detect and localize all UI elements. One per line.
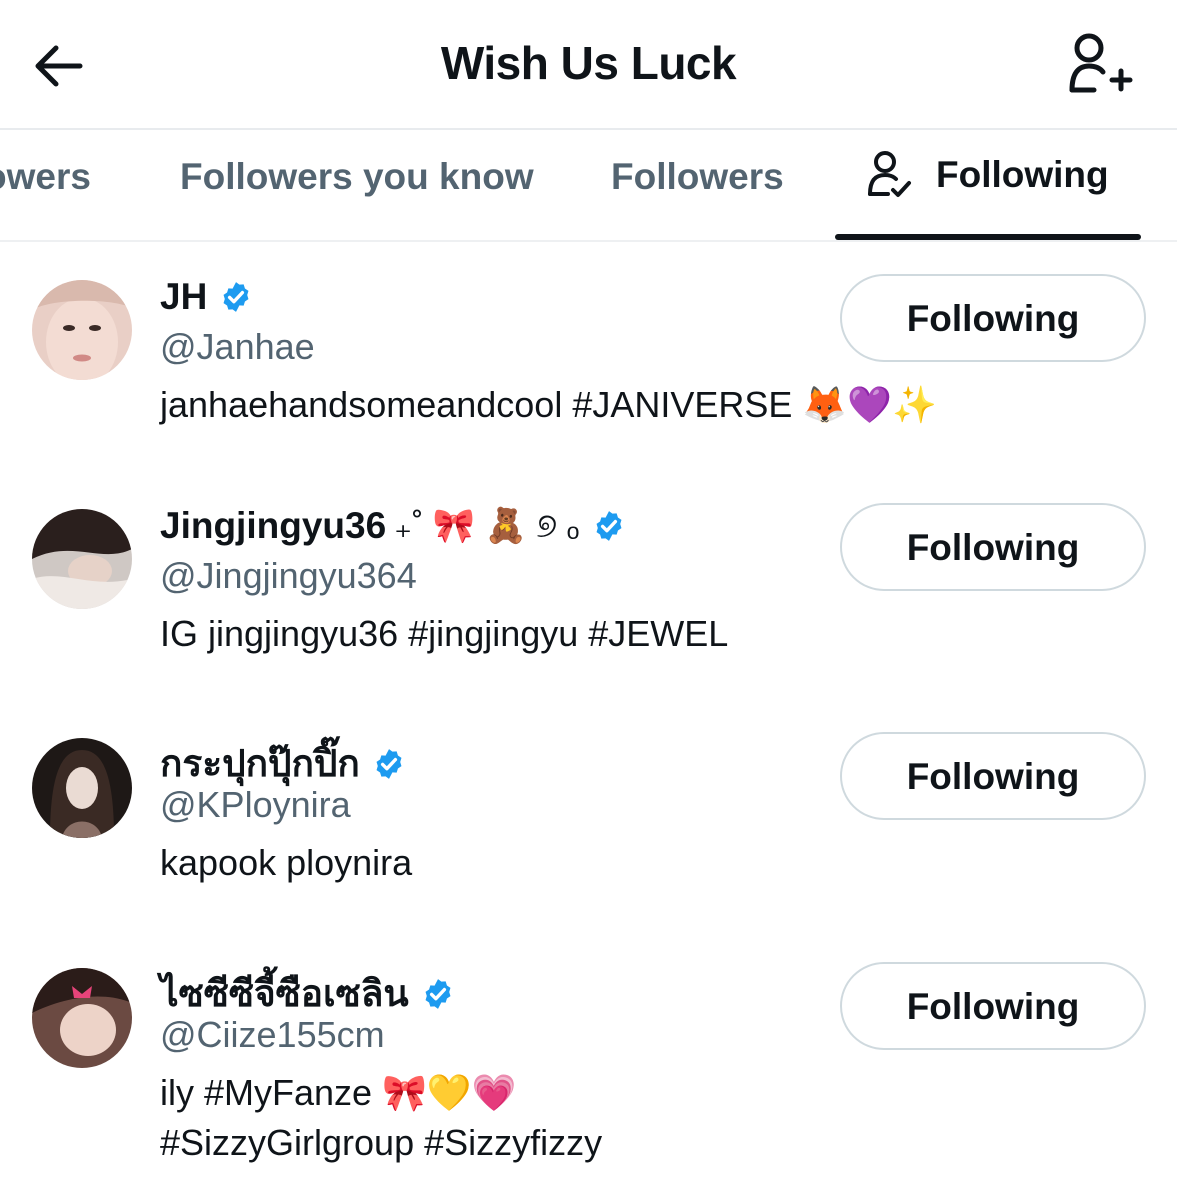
tabs-divider xyxy=(0,240,1177,242)
top-app-bar: Wish Us Luck xyxy=(0,0,1177,128)
user-handle: @Ciize155cm xyxy=(160,1014,385,1055)
user-name[interactable]: Jingjingyu36 ₊˚ 🎀 🧸 ୭ ₒ xyxy=(160,505,626,547)
add-user-button[interactable] xyxy=(1064,32,1134,98)
tab-following-label: Following xyxy=(936,154,1109,195)
following-button[interactable]: Following xyxy=(840,962,1146,1050)
following-button[interactable]: Following xyxy=(840,732,1146,820)
user-name[interactable]: JH xyxy=(160,276,253,318)
verified-badge-icon xyxy=(376,748,402,779)
tab-verified-followers[interactable]: owers xyxy=(0,156,91,198)
name-decorations: ₊˚ 🎀 🧸 ୭ ₒ xyxy=(394,507,580,545)
avatar[interactable] xyxy=(32,280,132,380)
tab-following[interactable]: Following xyxy=(866,150,1109,200)
avatar-image xyxy=(32,968,132,1068)
avatar-image xyxy=(32,280,132,380)
user-handle: @Janhae xyxy=(160,326,315,367)
user-handle: @Jingjingyu364 xyxy=(160,555,417,596)
user-bio-line-2: #SizzyGirlgroup #Sizzyfizzy xyxy=(160,1122,603,1163)
user-check-icon xyxy=(868,151,911,197)
user-handle: @KPloynira xyxy=(160,784,351,825)
following-button[interactable]: Following xyxy=(840,274,1146,362)
verified-badge-icon xyxy=(223,282,249,312)
add-user-icon xyxy=(1069,33,1133,93)
avatar-image xyxy=(32,738,132,838)
tab-followers-you-know[interactable]: Followers you know xyxy=(180,156,534,198)
avatar[interactable] xyxy=(32,509,132,609)
user-bio: ily #MyFanze 🎀💛💗 xyxy=(160,1072,517,1113)
tab-followers[interactable]: Followers xyxy=(611,156,784,198)
verified-badge-icon xyxy=(596,511,621,541)
tab-bar: owers Followers you know Followers Follo… xyxy=(0,130,1177,240)
page-title: Wish Us Luck xyxy=(440,37,737,89)
following-button[interactable]: Following xyxy=(840,503,1146,591)
avatar[interactable] xyxy=(32,968,132,1068)
avatar-image xyxy=(32,509,132,609)
user-bio: kapook ploynira xyxy=(160,842,413,883)
user-bio: IG jingjingyu36 #jingjingyu #JEWEL xyxy=(160,613,729,654)
avatar[interactable] xyxy=(32,738,132,838)
user-bio: janhaehandsomeandcool #JANIVERSE 🦊💜✨ xyxy=(160,384,937,425)
verified-badge-icon xyxy=(425,978,451,1009)
